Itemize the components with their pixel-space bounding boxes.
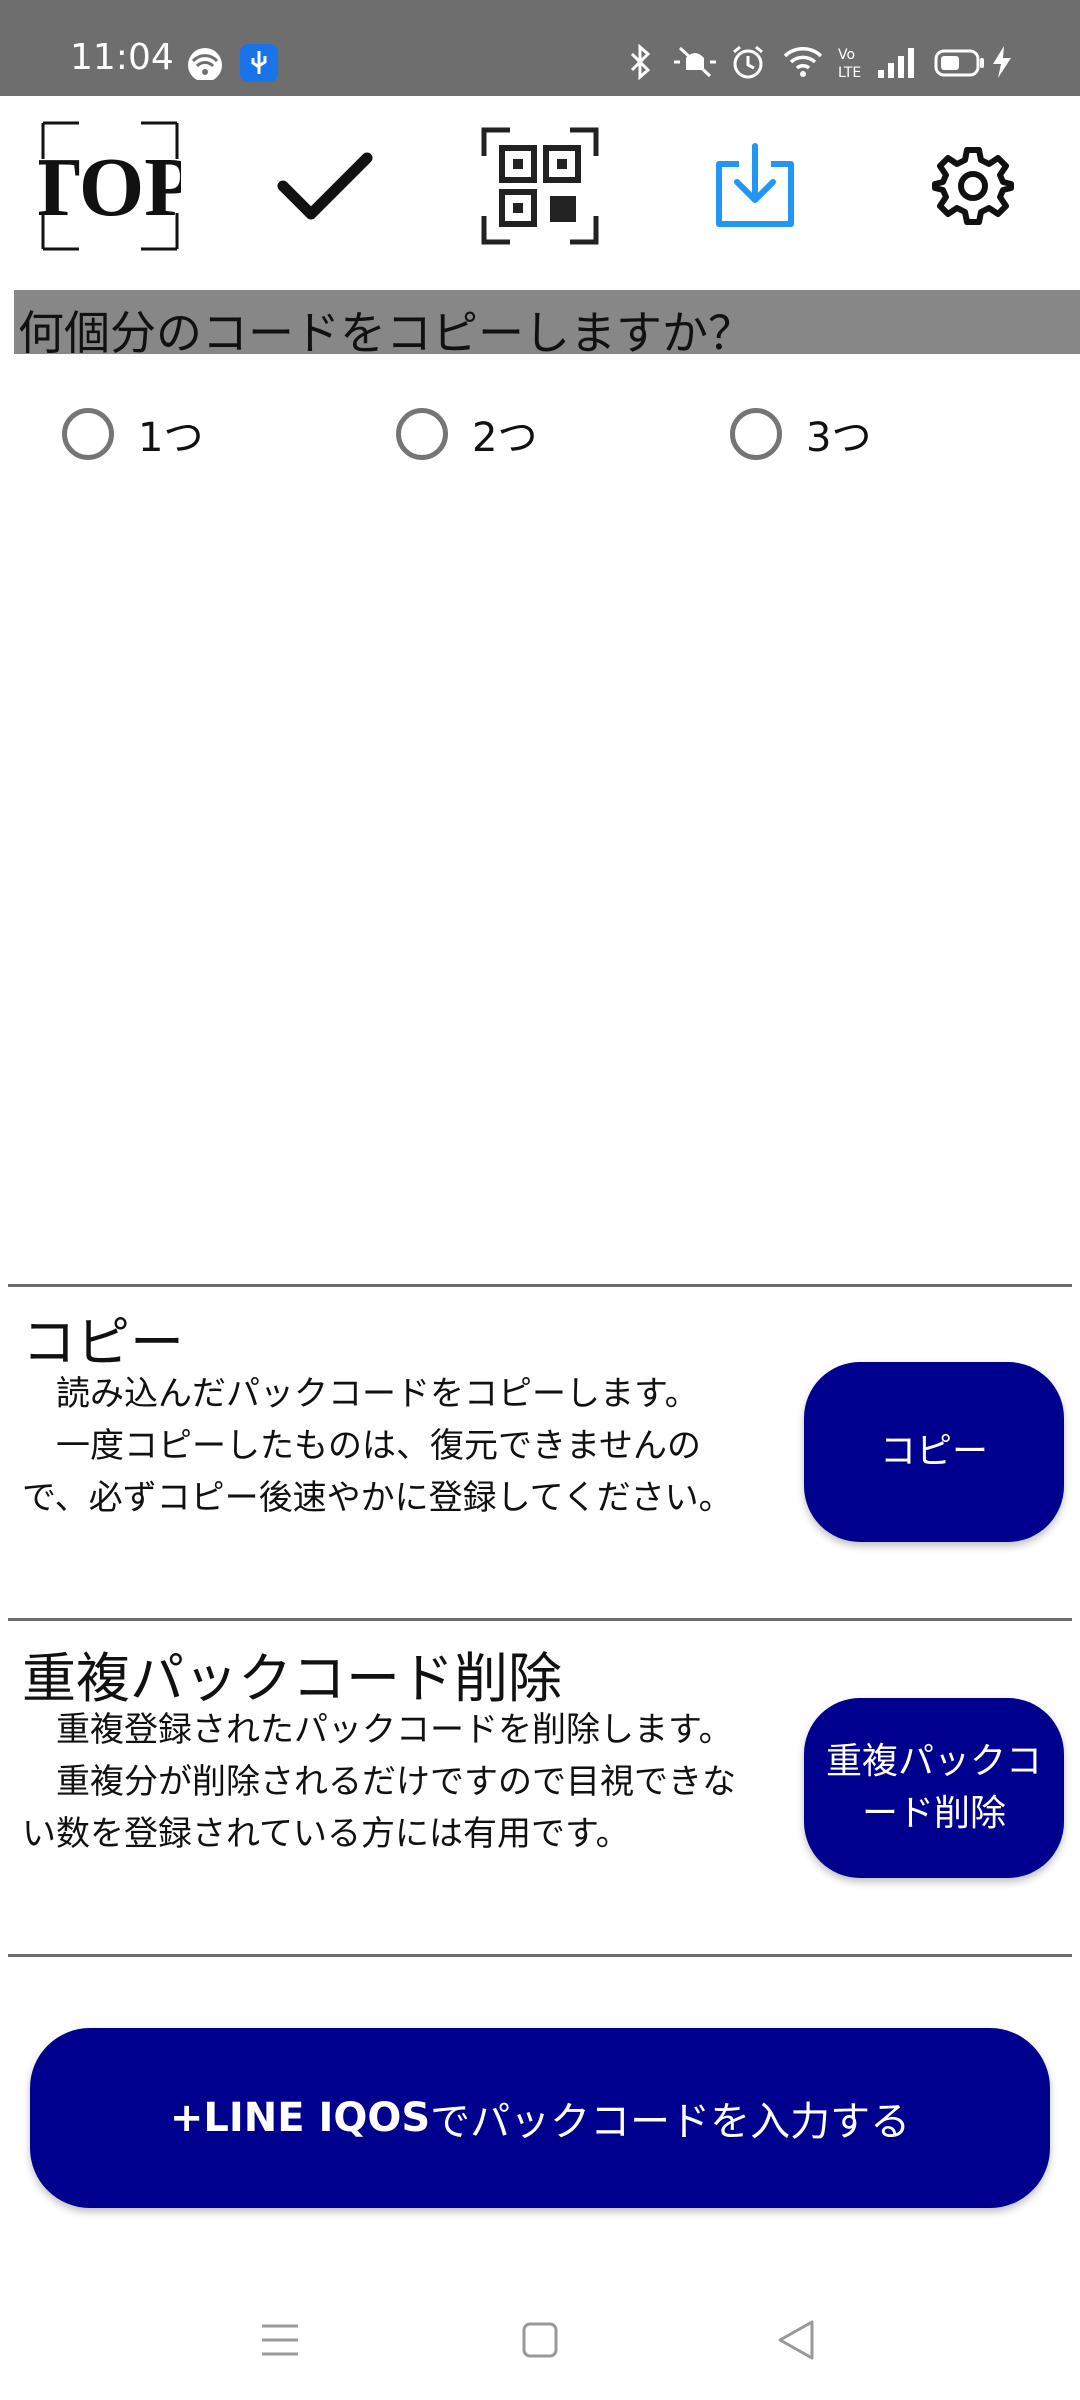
line-iqos-suffix: でパックコードを入力する [430, 2099, 911, 2145]
back-icon [778, 2320, 814, 2360]
question-text: 何個分のコードをコピーしますか？ [18, 306, 754, 360]
bluetooth-icon [630, 44, 651, 80]
radio-option-1[interactable]: 1つ [62, 400, 203, 468]
radio-label: 1つ [138, 415, 204, 461]
divider [8, 1954, 1072, 1957]
usb-icon [240, 44, 278, 82]
home-icon [522, 2322, 558, 2358]
description-line: 読み込んだパックコードをコピーします。 [22, 1374, 699, 1414]
wifi-icon [188, 48, 222, 80]
download-button[interactable] [690, 96, 820, 276]
svg-text:Vo: Vo [838, 47, 855, 63]
menu-icon [262, 2324, 298, 2356]
gear-icon [932, 147, 1014, 225]
home-button[interactable] [510, 2310, 570, 2370]
menu-button[interactable] [250, 2310, 310, 2370]
check-button[interactable] [260, 96, 390, 276]
status-time: 11:04 [70, 37, 174, 78]
description-line: 重複登録されたパックコードを削除します。 [22, 1710, 733, 1750]
dedupe-button[interactable]: 重複パックコ ード削除 [804, 1698, 1064, 1878]
qr-scan-button[interactable] [470, 96, 610, 276]
charging-icon [993, 46, 1011, 78]
divider [8, 1618, 1072, 1621]
check-icon [277, 152, 373, 220]
radio-circle[interactable] [62, 408, 114, 460]
dedupe-section-description: 重複登録されたパックコードを削除します。 重複分が削除されるだけですので目視でき… [22, 1704, 782, 1860]
description-line: い数を登録されている方には有用です。 [22, 1814, 630, 1854]
dedupe-button-label: 重複パックコ [825, 1741, 1042, 1782]
wifi-signal-icon [783, 47, 823, 77]
radio-label: 3つ [806, 415, 872, 461]
description-line: 重複分が削除されるだけですので目視できな [22, 1762, 736, 1802]
volte-icon: Vo LTE [838, 47, 861, 80]
copy-section-description: 読み込んだパックコードをコピーします。 一度コピーしたものは、復元できませんの … [22, 1368, 782, 1524]
back-button[interactable] [766, 2310, 826, 2370]
top-icon: TOP [39, 121, 181, 251]
download-icon [716, 143, 794, 227]
top-button[interactable]: TOP [30, 96, 190, 276]
radio-label: 2つ [472, 415, 538, 461]
description-line: 一度コピーしたものは、復元できませんの [22, 1426, 701, 1466]
line-iqos-input-button[interactable]: +LINE IQOS でパックコードを入力する [30, 2028, 1050, 2208]
svg-text:LTE: LTE [838, 65, 861, 80]
navigation-bar [0, 2280, 1080, 2400]
dedupe-section-title: 重複パックコード削除 [22, 1647, 562, 1710]
toolbar: TOP [0, 96, 1080, 276]
qr-code-icon [481, 127, 599, 245]
copy-section-title: コピー [22, 1311, 184, 1374]
status-bar: 11:04 Vo LTE [0, 0, 1080, 96]
radio-circle[interactable] [396, 408, 448, 460]
mute-icon [674, 46, 716, 78]
question-header: 何個分のコードをコピーしますか？ [14, 290, 1080, 360]
description-line: で、必ずコピー後速やかに登録してください。 [22, 1478, 733, 1518]
cell-signal-icon [878, 48, 914, 78]
line-iqos-label: +LINE IQOS [169, 2095, 431, 2141]
radio-option-3[interactable]: 3つ [730, 400, 871, 468]
copy-button[interactable]: コピー [804, 1362, 1064, 1542]
radio-circle[interactable] [730, 408, 782, 460]
dedupe-button-label: ード削除 [861, 1793, 1006, 1834]
top-text: TOP [39, 141, 181, 234]
alarm-icon [733, 45, 763, 79]
settings-button[interactable] [910, 96, 1036, 276]
radio-option-2[interactable]: 2つ [396, 400, 537, 468]
divider [8, 1284, 1072, 1287]
battery-icon [934, 49, 984, 77]
